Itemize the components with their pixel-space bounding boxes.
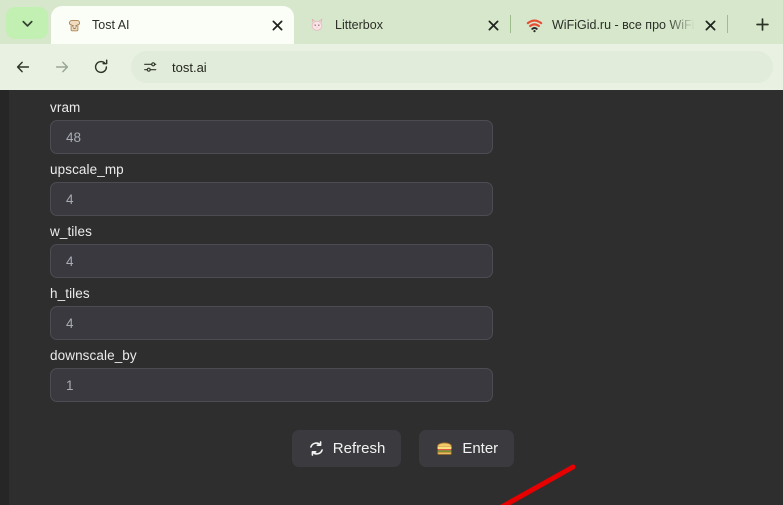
- tab-title: Litterbox: [335, 18, 383, 32]
- refresh-button-label: Refresh: [332, 440, 386, 457]
- form-field-upscale-mp: upscale_mp 4: [9, 161, 783, 216]
- browser-tab-litterbox[interactable]: Litterbox: [294, 6, 510, 44]
- site-settings-sliders-icon[interactable]: [137, 54, 163, 80]
- refresh-button[interactable]: Refresh: [291, 430, 402, 467]
- enter-button-label: Enter: [462, 440, 499, 457]
- chevron-down-icon: [21, 20, 33, 27]
- form-field-vram: vram 48: [9, 99, 783, 154]
- tab-close-button[interactable]: [266, 14, 288, 36]
- tab-title: Tost AI: [92, 18, 130, 32]
- form-field-downscale-by: downscale_by 1: [9, 347, 783, 402]
- form-field-h-tiles: h_tiles 4: [9, 285, 783, 340]
- refresh-arrows-icon: [308, 440, 325, 457]
- enter-button[interactable]: Enter: [419, 430, 515, 467]
- field-label: vram: [50, 100, 81, 115]
- tab-close-button[interactable]: [699, 14, 721, 36]
- tab-list: Tost AI Litterbox WiFiGid.ru - все про W…: [51, 0, 741, 44]
- upscale-mp-input[interactable]: 4: [50, 182, 493, 216]
- plus-icon: [755, 17, 769, 31]
- reload-icon: [94, 59, 108, 74]
- new-tab-button[interactable]: [747, 9, 777, 39]
- browser-window: Tost AI Litterbox WiFiGid.ru - все про W…: [0, 0, 783, 505]
- w-tiles-input[interactable]: 4: [50, 244, 493, 278]
- browser-tab-wifigid[interactable]: WiFiGid.ru - все про WiFi и бес: [511, 6, 727, 44]
- sandwich-emoji-icon: [435, 439, 454, 458]
- h-tiles-input[interactable]: 4: [50, 306, 493, 340]
- form-actions: Refresh Enter: [9, 430, 783, 467]
- field-label: upscale_mp: [50, 162, 124, 177]
- reload-button[interactable]: [86, 52, 116, 82]
- cat-face-icon: [308, 16, 326, 34]
- tab-search-button[interactable]: [6, 7, 48, 39]
- tab-title: WiFiGid.ru - все про WiFi и бес: [552, 18, 695, 32]
- tost-ai-form: vram 48 upscale_mp 4 w_tiles 4 h_tiles 4…: [9, 90, 783, 505]
- browser-toolbar: tost.ai: [0, 44, 783, 90]
- close-icon: [705, 20, 715, 30]
- tab-strip: Tost AI Litterbox WiFiGid.ru - все про W…: [0, 0, 783, 44]
- toast-bread-icon: [65, 16, 83, 34]
- arrow-right-icon: [55, 61, 69, 73]
- field-label: downscale_by: [50, 348, 137, 363]
- page-left-edge: [0, 90, 9, 505]
- address-bar-url: tost.ai: [172, 59, 207, 75]
- browser-tab-tost-ai[interactable]: Tost AI: [51, 6, 294, 44]
- form-field-w-tiles: w_tiles 4: [9, 223, 783, 278]
- close-icon: [488, 20, 498, 30]
- arrow-left-icon: [16, 61, 30, 73]
- tab-close-button[interactable]: [482, 14, 504, 36]
- forward-button: [47, 52, 77, 82]
- back-button[interactable]: [8, 52, 38, 82]
- page-viewport: vram 48 upscale_mp 4 w_tiles 4 h_tiles 4…: [0, 90, 783, 505]
- wifi-icon: [525, 16, 543, 34]
- tab-separator: [727, 15, 728, 33]
- field-label: w_tiles: [50, 224, 92, 239]
- address-bar[interactable]: tost.ai: [131, 51, 773, 83]
- vram-input[interactable]: 48: [50, 120, 493, 154]
- close-icon: [272, 20, 282, 30]
- downscale-by-input[interactable]: 1: [50, 368, 493, 402]
- field-label: h_tiles: [50, 286, 90, 301]
